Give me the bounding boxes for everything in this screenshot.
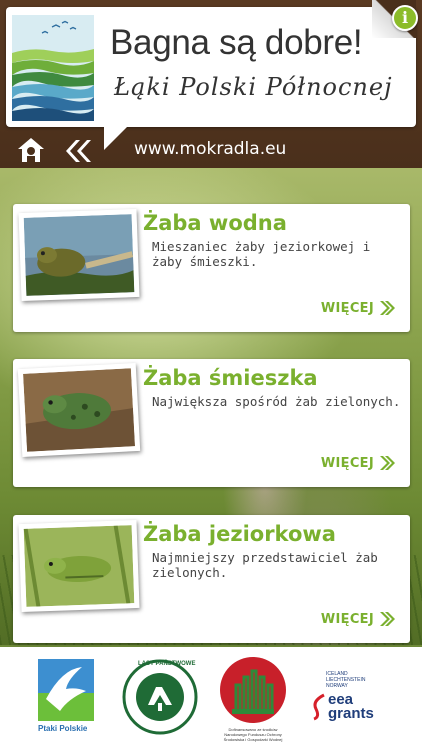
eea-swirl-icon [313,693,325,721]
species-photo-frame [18,208,140,302]
app-header: Bagna są dobre! Łąki Polski Północnej i … [0,0,422,168]
chevron-right-icon [380,301,395,315]
chevron-right-icon [380,612,395,626]
frog-photo-2 [23,368,135,452]
species-name: Żaba jeziorkowa [143,522,336,546]
more-label: WIĘCEJ [320,611,374,627]
nfos-logo[interactable]: Dofinansowano ze środków Narodowego Fund… [218,655,288,743]
bird-logo-icon [38,659,94,721]
home-icon [18,138,44,162]
frog-photo-3 [23,525,135,607]
species-description: Najmniejszy przedstawiciel żab zielonych… [152,550,378,580]
species-name: Żaba wodna [143,211,287,235]
website-url[interactable]: www.mokradla.eu [134,139,286,159]
eea-grants-logo[interactable]: ICELAND LIECHTENSTEIN NORWAY eea grants [312,671,392,727]
info-icon[interactable]: i [392,5,418,31]
frog-photo-1 [23,214,135,296]
species-photo-frame [17,362,141,458]
fund-emblem-icon [220,657,286,723]
species-card[interactable]: Żaba wodna Mieszaniec żaby jeziorkowej i… [13,204,410,332]
lasy-label: LASY PAŃSTWOWE [138,661,196,667]
more-label: WIĘCEJ [320,455,374,471]
fund-label: Dofinansowano ze środków Narodowego Fund… [223,727,283,742]
eea-country-3: NORWAY [326,683,348,689]
species-name: Żaba śmieszka [143,366,318,390]
species-card[interactable]: Żaba jeziorkowa Najmniejszy przedstawici… [13,515,410,643]
more-button[interactable]: WIĘCEJ [321,611,396,627]
grants-word: grants [328,705,374,722]
home-button[interactable] [16,136,46,164]
back-button[interactable] [62,138,92,164]
species-card[interactable]: Żaba śmieszka Największa spośród żab zie… [13,359,410,487]
more-label: WIĘCEJ [320,300,374,316]
species-photo-frame [18,519,140,613]
forest-emblem-icon [122,659,198,735]
sponsors-footer: Ptaki Polskie LASY PAŃSTWOWE Dofinansowa… [0,647,422,750]
back-chevrons-icon [66,140,91,162]
app-title: Bagna są dobre! [110,23,363,62]
more-button[interactable]: WIĘCEJ [321,455,396,471]
chevron-right-icon [380,456,395,470]
header-banner: Bagna są dobre! Łąki Polski Północnej [6,7,416,127]
app-subtitle: Łąki Polski Północnej [114,73,393,101]
species-description: Mieszaniec żaby jeziorkowej i żaby śmies… [152,239,371,269]
ptaki-polskie-logo[interactable]: Ptaki Polskie [38,659,94,737]
species-description: Największa spośród żab zielonych. [152,394,401,409]
more-button[interactable]: WIĘCEJ [321,300,396,316]
ptaki-polskie-label: Ptaki Polskie [38,724,88,733]
lasy-panstwowe-logo[interactable]: LASY PAŃSTWOWE [122,657,198,737]
wetland-landscape-logo [12,15,94,121]
speech-bubble-tail [104,124,130,150]
